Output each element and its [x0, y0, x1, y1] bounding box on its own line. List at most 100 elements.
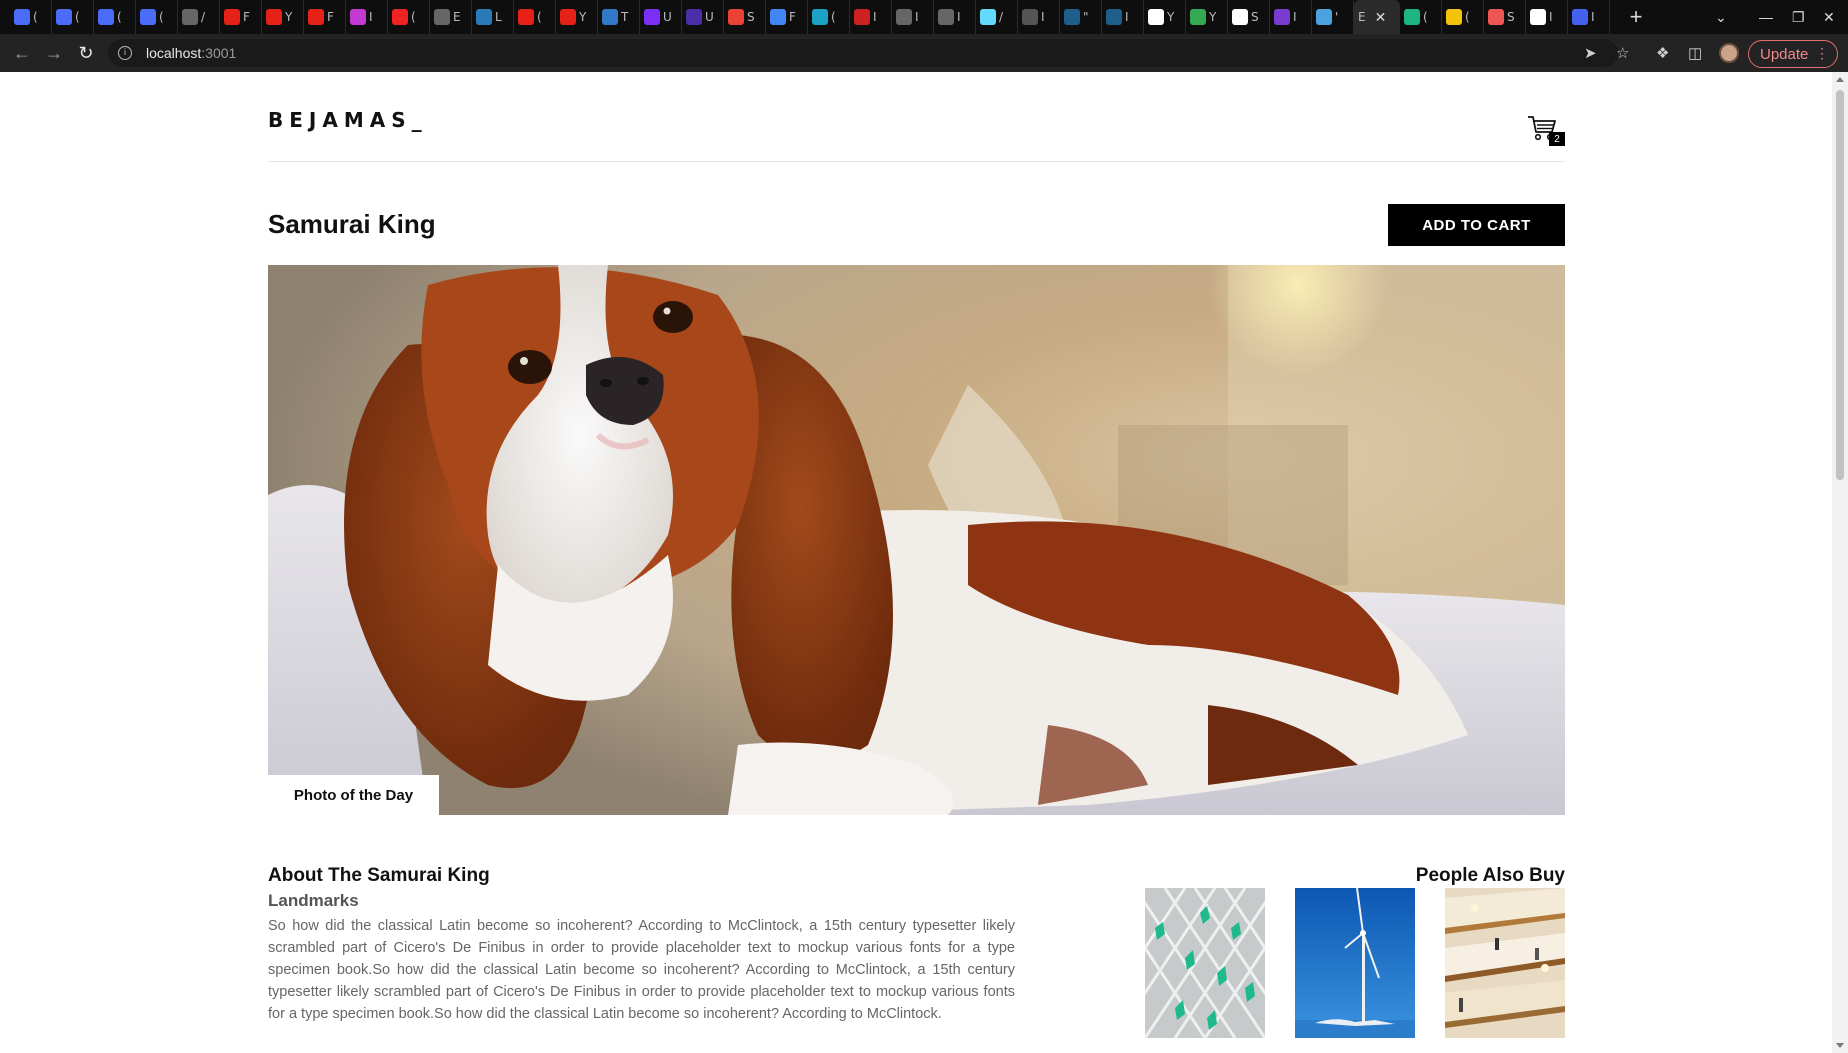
browser-tab[interactable]: I	[1270, 0, 1312, 34]
browser-tab[interactable]: (	[94, 0, 136, 34]
browser-tab[interactable]: /	[178, 0, 220, 34]
side-panel-icon[interactable]: ◫	[1688, 44, 1702, 62]
restore-icon[interactable]: ❐	[1792, 0, 1805, 34]
tab-title: L	[495, 10, 502, 24]
minimize-icon[interactable]: —	[1759, 0, 1773, 34]
browser-tab[interactable]: "	[1060, 0, 1102, 34]
people-also-buy-heading: People Also Buy	[1415, 865, 1565, 886]
browser-tab[interactable]: (	[808, 0, 850, 34]
tab-title: I	[1041, 10, 1045, 24]
scroll-up-icon[interactable]	[1836, 77, 1844, 82]
tab-title: (	[537, 10, 542, 24]
profile-avatar[interactable]	[1719, 43, 1739, 63]
recommendation-wind-turbine[interactable]	[1295, 888, 1415, 1038]
browser-tab[interactable]: F	[766, 0, 808, 34]
tab-title: "	[1083, 10, 1089, 24]
browser-tab[interactable]: F	[220, 0, 262, 34]
browser-tab[interactable]: (	[514, 0, 556, 34]
forward-icon[interactable]: →	[38, 43, 70, 64]
browser-tab[interactable]: (	[388, 0, 430, 34]
browser-tab[interactable]: L	[472, 0, 514, 34]
tab-title: Y	[1167, 10, 1175, 24]
close-window-icon[interactable]: ✕	[1823, 0, 1835, 34]
browser-tab[interactable]: I	[1526, 0, 1568, 34]
recommendation-architecture[interactable]	[1145, 888, 1265, 1038]
browser-tab[interactable]: U	[682, 0, 724, 34]
t-app-icon	[1106, 9, 1122, 25]
browser-tab[interactable]: F	[304, 0, 346, 34]
browser-tab[interactable]: U	[640, 0, 682, 34]
cart-button[interactable]: 2	[1527, 114, 1565, 146]
browser-tab[interactable]: I	[892, 0, 934, 34]
address-bar[interactable]: i localhost:3001	[108, 39, 1618, 67]
update-label: Update	[1760, 45, 1809, 63]
hero-image: Photo of the Day	[268, 265, 1565, 815]
s-app-icon	[1488, 9, 1504, 25]
browser-tab-active[interactable]: E ✕	[1354, 0, 1400, 34]
more-menu-icon[interactable]: ⋮	[1815, 45, 1829, 62]
browser-tab[interactable]: T	[598, 0, 640, 34]
browser-tab[interactable]: (	[136, 0, 178, 34]
browser-tab[interactable]: (	[52, 0, 94, 34]
tab-title: S	[747, 10, 755, 24]
browser-tab[interactable]: I	[1102, 0, 1144, 34]
browser-tab[interactable]: (	[1400, 0, 1442, 34]
site-header: BEJAMAS_ 2	[268, 72, 1565, 162]
site-info-icon[interactable]: i	[118, 46, 132, 60]
back-icon[interactable]: ←	[6, 43, 38, 64]
browser-tab[interactable]: I	[934, 0, 976, 34]
reload-icon[interactable]: ↻	[70, 43, 102, 64]
send-icon[interactable]: ➤	[1584, 44, 1597, 62]
tab-title: (	[1423, 10, 1428, 24]
scroll-down-icon[interactable]	[1836, 1043, 1844, 1048]
tab-title: T	[621, 10, 629, 24]
browser-tab[interactable]: S	[1484, 0, 1526, 34]
youtube-icon	[560, 9, 576, 25]
bar-app-icon	[1572, 9, 1588, 25]
translate-icon	[14, 9, 30, 25]
tab-title: F	[243, 10, 250, 24]
tab-title: U	[705, 10, 714, 24]
browser-tab[interactable]: I	[346, 0, 388, 34]
purple-app-icon	[350, 9, 366, 25]
a-app-icon	[644, 9, 660, 25]
tab-title: I	[1591, 10, 1595, 24]
docs-icon	[770, 9, 786, 25]
extensions-icon[interactable]: ❖	[1656, 44, 1669, 62]
browser-tab[interactable]: /	[976, 0, 1018, 34]
recommendation-escalators[interactable]	[1445, 888, 1565, 1038]
browser-tab[interactable]: S	[1228, 0, 1270, 34]
browser-tab[interactable]: I	[850, 0, 892, 34]
browser-tab[interactable]: Y	[1186, 0, 1228, 34]
browser-tab[interactable]: S	[724, 0, 766, 34]
browser-tab[interactable]: I	[1018, 0, 1060, 34]
browser-tab[interactable]: I	[1568, 0, 1610, 34]
browser-tab[interactable]: Y	[1144, 0, 1186, 34]
page-scrollbar[interactable]	[1832, 72, 1848, 1053]
tab-title: (	[33, 10, 38, 24]
dots-app-icon	[1274, 9, 1290, 25]
close-tab-icon[interactable]: ✕	[1375, 9, 1387, 26]
browser-tab[interactable]: (	[10, 0, 52, 34]
translate-icon	[98, 9, 114, 25]
photo-of-the-day-tag: Photo of the Day	[268, 775, 439, 815]
brand-logo[interactable]: BEJAMAS_	[268, 108, 428, 132]
bookmark-star-icon[interactable]: ☆	[1616, 44, 1629, 62]
tab-title: I	[873, 10, 877, 24]
browser-tab[interactable]: E	[430, 0, 472, 34]
github-icon	[1022, 9, 1038, 25]
youtube-icon	[224, 9, 240, 25]
browser-tab[interactable]: Y	[556, 0, 598, 34]
browser-tab[interactable]: '	[1312, 0, 1354, 34]
add-to-cart-button[interactable]: ADD TO CART	[1388, 204, 1565, 246]
translate-icon	[140, 9, 156, 25]
b-app-icon	[812, 9, 828, 25]
tab-title: F	[789, 10, 796, 24]
browser-tab-strip: ((((/ F Y F I(E L(Y T U U S F(I I I / I " I Y Y S I ' E ✕((S I I +	[0, 0, 1848, 34]
tab-search-icon[interactable]: ⌄	[1715, 0, 1727, 34]
new-tab-icon[interactable]: +	[1624, 4, 1648, 30]
browser-tab[interactable]: Y	[262, 0, 304, 34]
update-button[interactable]: Update ⋮	[1748, 40, 1838, 68]
scrollbar-thumb[interactable]	[1836, 90, 1844, 480]
browser-tab[interactable]: (	[1442, 0, 1484, 34]
